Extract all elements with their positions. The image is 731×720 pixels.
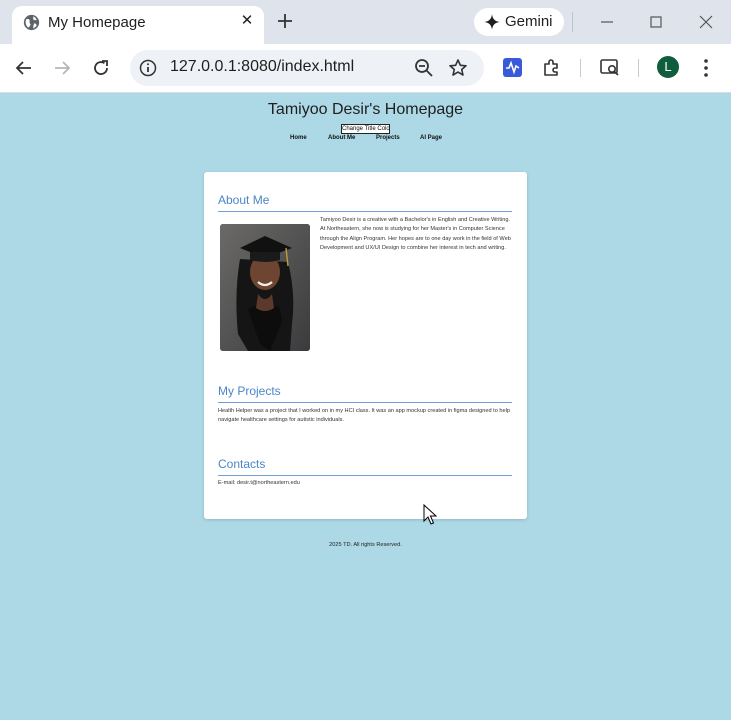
profile-avatar[interactable]: L (657, 56, 679, 78)
profile-photo (220, 224, 310, 351)
projects-heading: My Projects (218, 384, 512, 403)
toolbar-separator (580, 59, 581, 77)
zoom-icon[interactable] (414, 58, 434, 78)
extension-waveform-icon[interactable] (503, 58, 522, 77)
new-tab-plus-icon[interactable] (274, 10, 296, 32)
page-title: Tamiyoo Desir's Homepage (267, 101, 464, 118)
nav-link-home[interactable]: Home (290, 135, 307, 141)
url-text: 127.0.0.1:8080/index.html (170, 58, 355, 75)
more-menu-icon[interactable] (699, 57, 713, 79)
browser-tab[interactable]: My Homepage ✕ (12, 6, 264, 44)
about-heading: About Me (218, 193, 512, 212)
contacts-heading: Contacts (218, 457, 512, 476)
content-card: About Me Tamiyoo Desir is a creative wit… (204, 172, 527, 519)
google-lens-search-icon[interactable] (599, 57, 621, 78)
change-title-color-button[interactable]: Change Title Color (341, 124, 390, 134)
maximize-icon[interactable] (646, 12, 666, 32)
tab-separator (572, 12, 573, 32)
close-tab-icon[interactable]: ✕ (238, 12, 256, 30)
projects-text: Health Helper was a project that I worke… (218, 408, 510, 424)
window-close-icon[interactable] (696, 12, 716, 32)
mouse-pointer-icon (423, 504, 437, 525)
gemini-label: Gemini (505, 13, 553, 30)
page-footer: 2025 TD. All rights Reserved. (329, 542, 402, 548)
gemini-button[interactable]: Gemini (474, 8, 564, 36)
reload-icon[interactable] (91, 58, 111, 78)
tab-strip: My Homepage ✕ Gemini (0, 0, 731, 44)
extensions-puzzle-icon[interactable] (541, 57, 562, 78)
site-info-icon[interactable] (139, 59, 157, 77)
browser-toolbar: 127.0.0.1:8080/index.html L (0, 44, 731, 93)
about-text: Tamiyoo Desir is a creative with a Bache… (320, 217, 511, 251)
globe-icon (23, 14, 40, 31)
minimize-icon[interactable] (597, 12, 617, 32)
back-arrow-icon[interactable] (14, 58, 34, 78)
address-bar[interactable]: 127.0.0.1:8080/index.html (130, 50, 484, 86)
bookmark-star-icon[interactable] (448, 58, 468, 78)
nav-link-about-me[interactable]: About Me (328, 135, 355, 141)
tab-title: My Homepage (48, 14, 146, 31)
contact-email: E-mail: desir.t@northeastern.edu (218, 480, 300, 486)
forward-arrow-icon[interactable] (52, 58, 72, 78)
gemini-sparkle-icon (484, 14, 500, 30)
nav-link-ai-page[interactable]: AI Page (420, 135, 442, 141)
toolbar-separator (638, 59, 639, 77)
nav-link-projects[interactable]: Projects (376, 135, 400, 141)
